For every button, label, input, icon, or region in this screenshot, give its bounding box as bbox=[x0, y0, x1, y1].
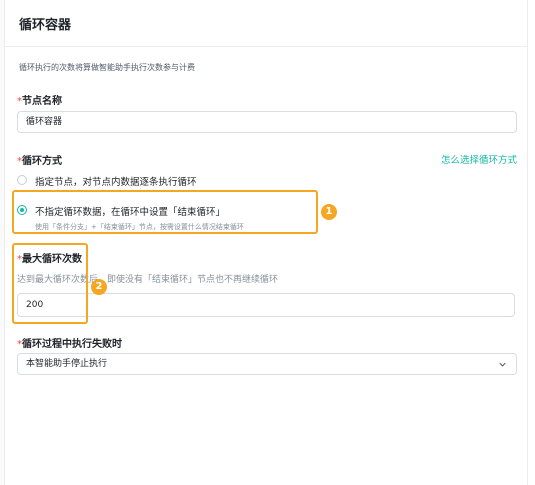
max-loops-label-text: 最大循环次数 bbox=[22, 254, 82, 265]
option-sublabel: 使用「条件分支」+「结束循环」节点，按需设置什么情况结束循环 bbox=[35, 223, 244, 231]
radio-selected-icon[interactable] bbox=[17, 205, 27, 215]
max-loops-hint: 达到最大循环次数后，即使没有「结束循环」节点也不再继续循环 bbox=[17, 275, 279, 285]
node-name-label: *节点名称 bbox=[17, 92, 62, 107]
on-failure-value: 本智能助手停止执行 bbox=[26, 359, 108, 369]
max-loops-input[interactable]: 200 bbox=[17, 293, 515, 317]
option-label: 不指定循环数据，在循环中设置「结束循环」 bbox=[35, 207, 226, 218]
node-name-value: 循环容器 bbox=[26, 117, 63, 127]
loop-mode-option-specified-node[interactable]: 指定节点，对节点内数据逐条执行循环 bbox=[17, 174, 197, 188]
on-failure-label: *循环过程中执行失败时 bbox=[17, 335, 122, 350]
loop-mode-label-text: 循环方式 bbox=[22, 156, 62, 167]
node-name-label-text: 节点名称 bbox=[22, 96, 62, 107]
max-loops-label: *最大循环次数 bbox=[17, 250, 82, 265]
option-label: 指定节点，对节点内数据逐条执行循环 bbox=[35, 177, 197, 188]
panel-title: 循环容器 bbox=[19, 18, 72, 33]
radio-unselected-icon[interactable] bbox=[17, 175, 27, 185]
node-name-input[interactable]: 循环容器 bbox=[17, 111, 517, 133]
billing-description: 循环执行的次数将算做智能助手执行次数参与计费 bbox=[19, 63, 195, 72]
loop-mode-label: *循环方式 bbox=[17, 152, 62, 167]
on-failure-select[interactable]: 本智能助手停止执行 bbox=[17, 353, 517, 375]
loop-container-panel: 循环容器 循环执行的次数将算做智能助手执行次数参与计费 *节点名称 循环容器 *… bbox=[4, 0, 528, 485]
max-loops-value: 200 bbox=[26, 300, 44, 310]
loop-mode-option-unspecified-data[interactable]: 不指定循环数据，在循环中设置「结束循环」 使用「条件分支」+「结束循环」节点，按… bbox=[17, 204, 244, 232]
on-failure-label-text: 循环过程中执行失败时 bbox=[22, 339, 122, 350]
annotation-badge-1: 1 bbox=[321, 204, 337, 220]
option-text-group: 不指定循环数据，在循环中设置「结束循环」 使用「条件分支」+「结束循环」节点，按… bbox=[35, 204, 244, 232]
panel-header: 循环容器 bbox=[5, 0, 527, 47]
annotation-badge-2: 2 bbox=[91, 279, 107, 295]
how-to-choose-loop-link[interactable]: 怎么选择循环方式 bbox=[441, 152, 517, 166]
chevron-down-icon bbox=[499, 362, 506, 367]
